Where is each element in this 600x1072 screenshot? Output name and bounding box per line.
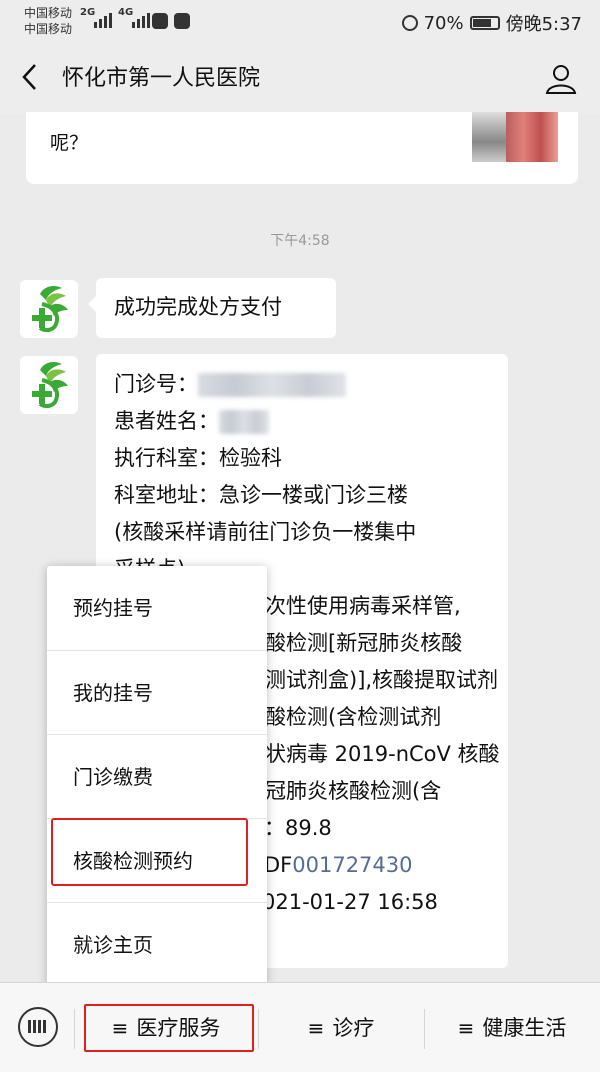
keyboard-icon[interactable] <box>18 1007 58 1047</box>
hospital-avatar[interactable] <box>20 280 78 338</box>
signal-icon <box>94 12 112 28</box>
tab-diagnosis[interactable]: ≡ 诊疗 <box>258 983 424 1072</box>
message-thumbnail[interactable] <box>472 112 558 162</box>
tab-label: 诊疗 <box>332 1016 375 1040</box>
hospital-logo-icon <box>32 286 68 333</box>
previous-message-text: 呢？ <box>50 132 89 154</box>
carrier-labels: 中国移动 中国移动 <box>24 5 72 37</box>
status-right: 70% 傍晚5:37 <box>401 10 582 36</box>
patient-name-label: 患者姓名： <box>114 409 219 433</box>
battery-icon <box>469 16 500 30</box>
address-note-line: (核酸采样请前往门诊负一楼集中 <box>114 520 417 544</box>
send-app-icon <box>174 13 190 29</box>
menu-item-visit-home[interactable]: 就诊主页 <box>47 902 267 986</box>
menu-lines-icon: ≡ <box>457 1016 475 1040</box>
highlight-box <box>84 1004 254 1052</box>
clock-time: 傍晚5:37 <box>505 14 582 35</box>
carrier-2-label: 中国移动 <box>24 22 73 36</box>
page-title: 怀化市第一人民医院 <box>62 66 261 91</box>
network-type-1: 2G <box>80 7 96 18</box>
menu-item-my-appointments[interactable]: 我的挂号 <box>47 650 267 734</box>
alarm-icon <box>401 15 418 31</box>
menu-item-outpatient-payment[interactable]: 门诊缴费 <box>47 734 267 818</box>
chevron-left-icon[interactable] <box>20 62 38 100</box>
chat-header: 怀化市第一人民医院 <box>0 44 600 114</box>
hospital-avatar[interactable] <box>20 356 78 414</box>
hospital-logo-icon <box>32 362 68 409</box>
clinic-number-label: 门诊号： <box>114 372 198 396</box>
department-line: 执行科室：检验科 <box>114 446 282 470</box>
redacted-patient-name <box>219 410 269 434</box>
shield-app-icon <box>152 13 168 29</box>
order-number-link[interactable]: 001727430 <box>292 853 412 877</box>
tab-label: 健康生活 <box>482 1016 567 1040</box>
clinic-number-line: 门诊号： <box>114 366 490 403</box>
patient-name-line: 患者姓名： <box>114 403 490 440</box>
signal-icon <box>132 12 150 28</box>
order-number-prefix: DF <box>264 853 293 877</box>
chat-timestamp: 下午4:58 <box>270 233 330 249</box>
network-type-2: 4G <box>118 7 134 18</box>
menu-item-appointment[interactable]: 预约挂号 <box>47 566 267 650</box>
battery-percent: 70% <box>423 12 464 34</box>
address-line: 科室地址：急诊一楼或门诊三楼 <box>114 483 408 507</box>
status-bar: 中国移动 中国移动 2G 4G 70% 傍晚5:37 <box>0 0 600 44</box>
highlight-box <box>51 818 248 886</box>
message-text: 成功完成处方支付 <box>114 295 282 319</box>
user-icon[interactable] <box>544 62 578 96</box>
previous-message-card: 呢？ <box>26 112 578 184</box>
carrier-1-label: 中国移动 <box>24 6 73 20</box>
tab-healthy-life[interactable]: ≡ 健康生活 <box>424 983 600 1072</box>
message-bubble: 成功完成处方支付 <box>88 278 336 338</box>
menu-lines-icon: ≡ <box>307 1016 325 1040</box>
redacted-clinic-number <box>198 373 346 397</box>
medical-service-menu: 预约挂号 我的挂号 门诊缴费 核酸检测预约 就诊主页 <box>47 566 267 986</box>
